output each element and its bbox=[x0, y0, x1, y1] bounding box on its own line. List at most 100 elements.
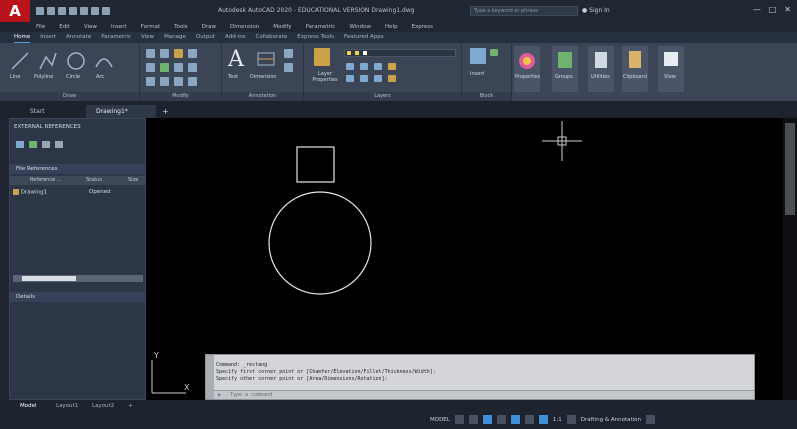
redo-icon[interactable] bbox=[102, 7, 110, 15]
tab-express-tools[interactable]: Express Tools bbox=[297, 32, 334, 43]
menu-express[interactable]: Express bbox=[412, 22, 433, 32]
line-icon[interactable] bbox=[10, 51, 30, 71]
circle-icon[interactable] bbox=[66, 51, 86, 71]
menu-parametric[interactable]: Parametric bbox=[306, 22, 336, 32]
tab-featured-apps[interactable]: Featured Apps bbox=[344, 32, 384, 43]
layer-tool-icon[interactable] bbox=[346, 63, 354, 70]
add-layout-icon[interactable]: + bbox=[128, 403, 133, 409]
save-icon[interactable] bbox=[58, 7, 66, 15]
scrollbar-thumb[interactable] bbox=[22, 276, 76, 281]
layer-tool-icon[interactable] bbox=[388, 63, 396, 70]
undo-icon[interactable] bbox=[91, 7, 99, 15]
close-icon[interactable]: ✕ bbox=[784, 5, 791, 14]
insert-block-icon[interactable] bbox=[470, 48, 486, 64]
snap-icon[interactable] bbox=[468, 415, 478, 424]
stretch-icon[interactable] bbox=[146, 77, 155, 86]
explode-icon[interactable] bbox=[188, 63, 197, 72]
sign-in-button[interactable]: ● Sign In bbox=[582, 7, 610, 14]
table-icon[interactable] bbox=[284, 63, 293, 72]
new-tab-icon[interactable]: + bbox=[162, 107, 169, 116]
horizontal-scrollbar[interactable] bbox=[13, 275, 143, 282]
ortho-icon[interactable] bbox=[482, 415, 492, 424]
view-button[interactable]: View bbox=[658, 46, 684, 92]
annotation-panel-label[interactable]: Annotation bbox=[222, 92, 303, 101]
tab-model[interactable]: Model bbox=[20, 403, 37, 409]
tab-drawing1[interactable]: Drawing1* bbox=[86, 105, 156, 118]
attach-icon[interactable] bbox=[16, 141, 24, 148]
open-icon[interactable] bbox=[47, 7, 55, 15]
application-menu-button[interactable]: A bbox=[0, 0, 30, 22]
menu-window[interactable]: Window bbox=[349, 22, 371, 32]
menu-format[interactable]: Format bbox=[141, 22, 160, 32]
model-space-label[interactable]: MODEL bbox=[430, 417, 450, 423]
arc-icon[interactable] bbox=[94, 51, 114, 71]
tab-layout2[interactable]: Layout2 bbox=[92, 403, 114, 409]
draw-panel-label[interactable]: Draw bbox=[0, 92, 139, 101]
menu-file[interactable]: File bbox=[36, 22, 45, 32]
tab-output[interactable]: Output bbox=[196, 32, 215, 43]
tab-start[interactable]: Start bbox=[20, 105, 55, 118]
groups-button[interactable]: Groups bbox=[552, 46, 578, 92]
polyline-icon[interactable] bbox=[38, 51, 58, 71]
tab-collaborate[interactable]: Collaborate bbox=[256, 32, 288, 43]
save-as-icon[interactable] bbox=[69, 7, 77, 15]
tab-layout1[interactable]: Layout1 bbox=[56, 403, 78, 409]
layer-tool-icon[interactable] bbox=[360, 75, 368, 82]
menu-modify[interactable]: Modify bbox=[273, 22, 291, 32]
tab-annotate[interactable]: Annotate bbox=[66, 32, 91, 43]
layer-tool-icon[interactable] bbox=[374, 63, 382, 70]
offset-icon[interactable] bbox=[188, 77, 197, 86]
modify-panel-label[interactable]: Modify bbox=[140, 92, 221, 101]
list-item[interactable]: Drawing1 Opened bbox=[13, 189, 111, 196]
trim-icon[interactable] bbox=[174, 49, 183, 58]
scrollbar-thumb[interactable] bbox=[785, 123, 795, 215]
utilities-button[interactable]: Utilities bbox=[588, 46, 614, 92]
new-icon[interactable] bbox=[36, 7, 44, 15]
refresh-icon[interactable] bbox=[29, 141, 37, 148]
leader-icon[interactable] bbox=[284, 49, 293, 58]
properties-button[interactable]: Properties bbox=[514, 46, 540, 92]
tab-view[interactable]: View bbox=[141, 32, 154, 43]
layer-tool-icon[interactable] bbox=[346, 75, 354, 82]
otrack-icon[interactable] bbox=[524, 415, 534, 424]
menu-insert[interactable]: Insert bbox=[111, 22, 127, 32]
array-icon[interactable] bbox=[174, 77, 183, 86]
copy-icon[interactable] bbox=[146, 63, 155, 72]
layer-dropdown[interactable] bbox=[344, 49, 456, 57]
dimension-icon[interactable] bbox=[256, 49, 276, 69]
command-line-grip[interactable] bbox=[206, 355, 214, 399]
annotation-scale[interactable]: 1:1 bbox=[553, 417, 562, 423]
column-size[interactable]: Size bbox=[128, 177, 138, 183]
polar-icon[interactable] bbox=[496, 415, 506, 424]
restore-icon[interactable]: □ bbox=[769, 5, 777, 14]
fillet-icon[interactable] bbox=[174, 63, 183, 72]
clipboard-button[interactable]: Clipboard bbox=[622, 46, 648, 92]
tab-insert[interactable]: Insert bbox=[40, 32, 56, 43]
grid-icon[interactable] bbox=[454, 415, 464, 424]
plot-icon[interactable] bbox=[80, 7, 88, 15]
layer-tool-icon[interactable] bbox=[360, 63, 368, 70]
command-input[interactable]: ▶ Type a command bbox=[214, 390, 754, 399]
column-status[interactable]: Status bbox=[86, 177, 102, 183]
create-block-icon[interactable] bbox=[490, 49, 498, 56]
customize-icon[interactable] bbox=[646, 415, 656, 424]
osnap-icon[interactable] bbox=[510, 415, 520, 424]
menu-help[interactable]: Help bbox=[385, 22, 398, 32]
workspace-switch[interactable]: Drafting & Annotation bbox=[581, 417, 641, 423]
vertical-scrollbar[interactable] bbox=[783, 118, 797, 400]
layer-tool-icon[interactable] bbox=[374, 75, 382, 82]
change-path-icon[interactable] bbox=[42, 141, 50, 148]
menu-draw[interactable]: Draw bbox=[202, 22, 216, 32]
text-icon[interactable]: A bbox=[228, 47, 244, 72]
layer-tool-icon[interactable] bbox=[388, 75, 396, 82]
menu-view[interactable]: View bbox=[84, 22, 97, 32]
tab-manage[interactable]: Manage bbox=[164, 32, 186, 43]
gear-icon[interactable] bbox=[566, 415, 576, 424]
tab-parametric[interactable]: Parametric bbox=[101, 32, 131, 43]
file-references-header[interactable]: File References bbox=[10, 164, 145, 174]
minimize-icon[interactable]: — bbox=[753, 5, 761, 14]
column-reference[interactable]: Reference ... bbox=[30, 177, 62, 183]
mirror-icon[interactable] bbox=[160, 63, 169, 72]
rotate-icon[interactable] bbox=[160, 49, 169, 58]
menu-edit[interactable]: Edit bbox=[59, 22, 70, 32]
